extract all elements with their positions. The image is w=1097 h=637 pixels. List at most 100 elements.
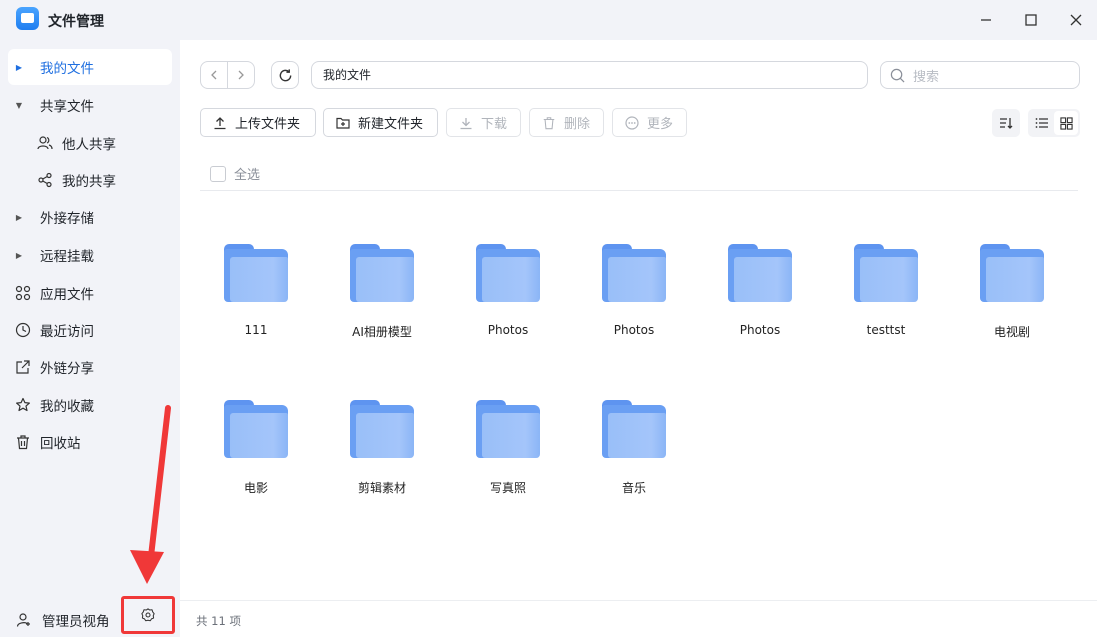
status-bar: 共 11 项 [180,600,1097,637]
folder-item[interactable]: AI相册模型 [327,244,437,340]
sidebar-item-label: 远程挂载 [40,249,94,265]
folder-name: 剪辑素材 [357,481,406,495]
select-all[interactable]: 全选 [210,164,260,183]
download-button[interactable]: 下载 [446,108,521,137]
delete-button[interactable]: 删除 [529,108,604,137]
folder-item[interactable]: 电视剧 [957,244,1067,340]
trash-icon [8,434,34,450]
gear-icon [141,608,155,622]
folder-item[interactable]: Photos [705,244,815,337]
caret-right-icon: ▶ [15,250,23,260]
sidebar-item-label: 我的收藏 [40,399,94,415]
user-admin-icon [16,613,30,627]
path-bar[interactable]: 我的文件 [311,61,868,89]
divider [200,190,1078,191]
title-bar: 文件管理 [0,0,1097,40]
sidebar-item-link-share[interactable]: 外链分享 [8,349,172,385]
app-icon [16,7,39,30]
folder-name: 写真照 [489,481,526,495]
admin-view-toggle[interactable]: 管理员视角 [16,610,110,630]
external-link-icon [8,359,34,375]
folder-icon [476,400,540,458]
refresh-button[interactable] [271,61,299,89]
history-nav [200,61,255,89]
folder-item[interactable]: testtst [831,244,941,337]
share-icon [30,172,56,188]
folder-item[interactable]: 写真照 [453,400,563,496]
folder-item[interactable]: Photos [579,244,689,337]
apps-icon [8,285,34,301]
folder-icon [728,244,792,302]
sidebar-item-label: 我的共享 [62,174,116,190]
sort-button[interactable] [992,109,1020,137]
sidebar-item-recent[interactable]: 最近访问 [8,312,172,348]
folder-icon [224,400,288,458]
sidebar-item-app-files[interactable]: 应用文件 [8,275,172,311]
clock-icon [8,322,34,338]
grid-view-button[interactable] [1054,111,1078,135]
chevron-left-icon [210,70,217,80]
refresh-icon [279,68,291,81]
sidebar-item-label: 外链分享 [40,361,94,377]
sidebar-item-label: 回收站 [40,436,81,452]
sidebar-item-my-share[interactable]: 我的共享 [8,162,172,198]
search-input[interactable]: 搜索 [880,61,1080,89]
caret-right-icon: ▶ [15,212,23,222]
back-button[interactable] [201,62,228,88]
star-icon [8,397,34,413]
sidebar-item-label: 应用文件 [40,287,94,303]
list-view-button[interactable] [1030,111,1054,135]
upload-folder-label: 上传文件夹 [235,117,301,132]
sidebar-item-label: 共享文件 [40,99,94,115]
caret-right-icon: ▶ [15,62,23,72]
settings-button[interactable] [121,596,175,634]
new-folder-icon [336,117,350,129]
minimize-button[interactable] [973,8,999,32]
sidebar-item-remote-mount[interactable]: ▶ 远程挂载 [8,237,172,273]
more-button[interactable]: 更多 [612,108,687,137]
minimize-icon [981,19,991,21]
folder-name: 111 [244,323,268,337]
folder-icon [476,244,540,302]
maximize-icon [1025,14,1037,26]
folder-item[interactable]: 音乐 [579,400,689,496]
folder-icon [602,400,666,458]
folder-icon [854,244,918,302]
sidebar-item-my-files[interactable]: ▶ 我的文件 [8,49,172,85]
download-label: 下载 [481,117,508,132]
close-button[interactable] [1063,8,1089,32]
download-icon [460,117,472,129]
sidebar-item-label: 最近访问 [40,324,94,340]
new-folder-label: 新建文件夹 [358,117,424,132]
folder-item[interactable]: 电影 [201,400,311,496]
select-all-checkbox[interactable] [210,165,226,182]
folder-icon [350,244,414,302]
sidebar-item-shared-files[interactable]: ▼ 共享文件 [8,87,172,123]
forward-button[interactable] [228,62,254,88]
upload-icon [214,116,226,129]
new-folder-button[interactable]: 新建文件夹 [323,108,438,137]
folder-item[interactable]: Photos [453,244,563,337]
folder-name: 音乐 [621,481,646,495]
folder-name: 电影 [243,481,268,495]
folder-name: Photos [739,323,781,337]
maximize-button[interactable] [1018,8,1044,32]
folder-icon [980,244,1044,302]
sidebar-item-external-storage[interactable]: ▶ 外接存储 [8,199,172,235]
admin-label: 管理员视角 [42,614,110,630]
grid-icon [1059,116,1073,130]
list-icon [1035,118,1048,128]
folder-name: testtst [866,323,906,337]
more-label: 更多 [647,117,674,132]
annotation-arrow [130,405,171,584]
upload-folder-button[interactable]: 上传文件夹 [200,108,316,137]
folder-icon [350,400,414,458]
folder-icon [602,244,666,302]
main-panel: 我的文件 搜索 上传文件夹 新建文件夹 下载 删除 更多 全选 111 AI相册… [180,40,1097,637]
folder-item[interactable]: 111 [201,244,311,337]
search-icon [890,68,905,82]
select-all-label: 全选 [234,168,261,183]
trash-icon [543,116,555,129]
folder-item[interactable]: 剪辑素材 [327,400,437,496]
sidebar-item-others-shared[interactable]: 他人共享 [8,125,172,161]
